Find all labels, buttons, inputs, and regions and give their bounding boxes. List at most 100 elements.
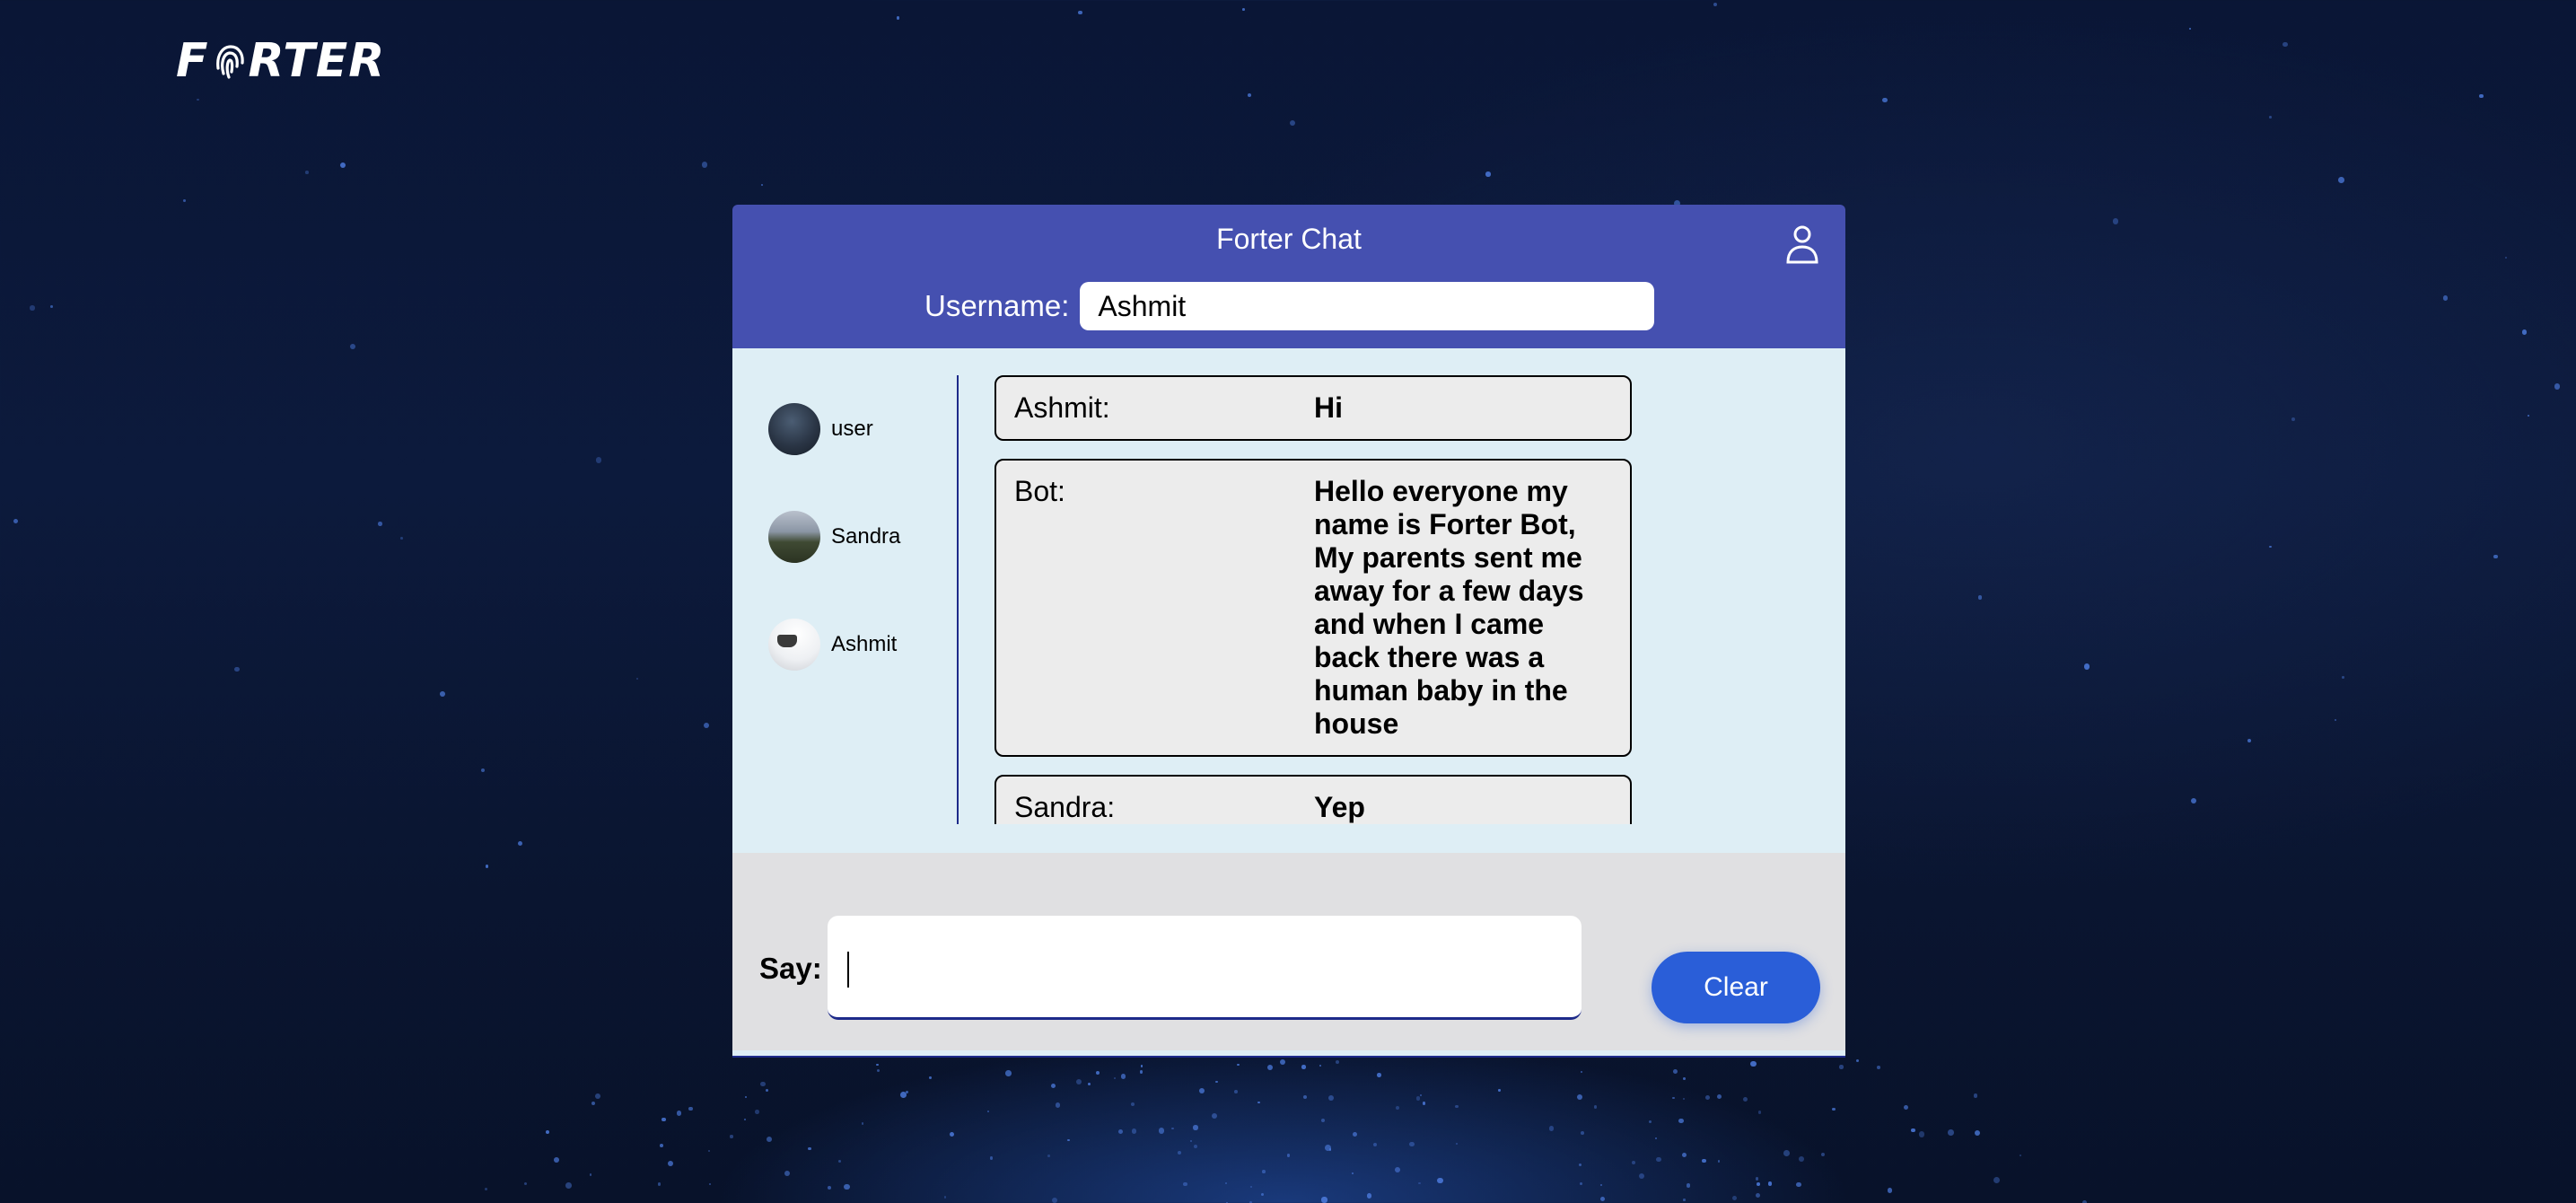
star-dot	[480, 768, 486, 773]
username-label: Username:	[924, 289, 1070, 322]
message-list[interactable]: Ashmit: Hi Bot: Hello everyone my name i…	[994, 375, 1632, 824]
star-dot	[1120, 1073, 1126, 1079]
star-dot	[1682, 1076, 1686, 1080]
star-dot	[2020, 1154, 2022, 1157]
star-dot	[1140, 1065, 1143, 1067]
user-list-item-user[interactable]: user	[768, 402, 900, 456]
star-dot	[1648, 1120, 1652, 1124]
star-dot	[340, 162, 346, 168]
star-dot	[708, 1183, 711, 1186]
message-input[interactable]	[828, 916, 1582, 1020]
star-dot	[1409, 1141, 1415, 1147]
star-dot	[1455, 1105, 1459, 1109]
star-dot	[2247, 739, 2251, 743]
message-text: Hi	[1314, 391, 1343, 424]
star-dot	[707, 1149, 711, 1153]
star-dot	[1130, 1102, 1135, 1106]
star-dot	[1067, 1138, 1071, 1142]
star-dot	[1321, 1197, 1327, 1203]
star-dot	[1993, 1177, 2001, 1184]
star-dot	[1352, 1132, 1357, 1137]
star-dot	[484, 1187, 487, 1191]
star-dot	[1702, 1158, 1706, 1163]
star-dot	[761, 184, 764, 187]
star-dot	[1576, 1093, 1583, 1101]
star-dot	[2493, 554, 2498, 558]
star-dot	[1732, 1195, 1738, 1200]
star-dot	[1335, 1060, 1339, 1065]
star-dot	[2269, 545, 2272, 549]
star-dot	[1189, 1139, 1193, 1143]
star-dot	[828, 1185, 832, 1190]
star-dot	[2291, 417, 2295, 421]
star-dot	[1904, 1104, 1908, 1110]
star-dot	[1796, 1182, 1801, 1188]
star-dot	[2188, 28, 2191, 31]
star-dot	[1910, 1128, 1915, 1133]
star-dot	[1683, 1097, 1686, 1101]
star-dot	[905, 1090, 909, 1093]
user-list-item-sandra[interactable]: Sandra	[768, 510, 900, 564]
say-label: Say:	[759, 952, 822, 985]
star-dot	[2527, 414, 2529, 417]
star-dot	[2269, 116, 2272, 119]
user-profile-icon[interactable]	[1781, 223, 1824, 266]
avatar	[768, 511, 820, 563]
star-dot	[1757, 1111, 1762, 1115]
star-dot	[1267, 1064, 1274, 1070]
star-dot	[808, 1146, 812, 1151]
star-dot	[1372, 1142, 1378, 1147]
star-dot	[1234, 1090, 1238, 1093]
username-input[interactable]	[1080, 282, 1655, 330]
star-dot	[1224, 1181, 1228, 1185]
star-dot	[1498, 1089, 1501, 1092]
star-dot	[1212, 1112, 1218, 1119]
star-dot	[1437, 1177, 1443, 1184]
clear-button[interactable]: Clear	[1652, 952, 1820, 1023]
star-dot	[760, 1081, 766, 1087]
message-author: Bot:	[1014, 475, 1065, 507]
star-dot	[1118, 1129, 1123, 1134]
star-dot	[1214, 1080, 1218, 1084]
avatar	[768, 619, 820, 671]
star-dot	[1578, 1163, 1582, 1167]
star-dot	[1183, 1182, 1187, 1187]
star-dot	[1876, 1066, 1880, 1069]
star-dot	[1599, 1196, 1606, 1202]
star-dot	[876, 1063, 879, 1066]
avatar	[768, 403, 820, 455]
star-dot	[440, 691, 446, 697]
star-dot	[1055, 1102, 1061, 1109]
star-dot	[1241, 8, 1245, 12]
star-dot	[1656, 1156, 1661, 1163]
message-author: Ashmit:	[1014, 391, 1110, 424]
star-dot	[1257, 1101, 1260, 1104]
star-dot	[595, 457, 602, 464]
star-dot	[1158, 1128, 1165, 1134]
star-dot	[1672, 1096, 1675, 1100]
star-dot	[1248, 93, 1252, 98]
star-dot	[929, 1076, 932, 1079]
star-dot	[1581, 1071, 1583, 1074]
star-dot	[635, 677, 639, 681]
chat-header: Forter Chat Username:	[732, 205, 1845, 348]
star-dot	[1580, 1181, 1582, 1185]
star-dot	[702, 162, 708, 168]
star-dot	[1948, 1129, 1954, 1136]
star-dot	[1580, 1130, 1584, 1135]
star-dot	[1713, 3, 1718, 7]
star-dot	[1832, 1107, 1836, 1111]
star-dot	[1419, 1093, 1422, 1096]
star-dot	[2442, 295, 2449, 301]
star-dot	[1177, 1150, 1182, 1155]
star-dot	[1705, 1095, 1711, 1101]
star-dot	[1319, 1064, 1321, 1067]
user-list-item-ashmit[interactable]: Ashmit	[768, 618, 900, 672]
star-dot	[1140, 1070, 1143, 1074]
star-dot	[703, 723, 709, 729]
star-dot	[2554, 383, 2561, 390]
star-dot	[591, 1102, 596, 1106]
star-dot	[730, 1135, 733, 1138]
star-dot	[767, 1136, 773, 1142]
chat-window: Forter Chat Username: user Sandra Ash	[732, 205, 1845, 1058]
